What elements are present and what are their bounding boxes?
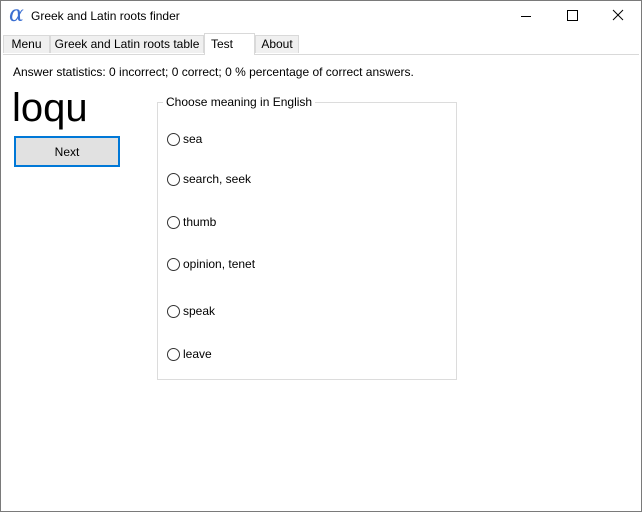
minimize-button[interactable] [503,1,549,31]
tab-roots-table[interactable]: Greek and Latin roots table [50,35,204,53]
root-word: loqu [12,86,88,130]
answer-statistics: Answer statistics: 0 incorrect; 0 correc… [13,65,414,79]
option-label[interactable]: search, seek [183,172,251,186]
option-label[interactable]: speak [183,304,215,318]
maximize-icon [567,10,578,21]
radio-unchecked-icon[interactable] [167,216,180,229]
tab-strip: Menu Greek and Latin roots table Test Ab… [1,33,641,55]
option-label[interactable]: sea [183,132,202,146]
minimize-icon [521,16,531,17]
radio-unchecked-icon[interactable] [167,133,180,146]
window-title: Greek and Latin roots finder [31,9,180,23]
alpha-icon: α [9,2,24,27]
option-label[interactable]: thumb [183,215,216,229]
radio-unchecked-icon[interactable] [167,173,180,186]
option-label[interactable]: opinion, tenet [183,257,255,271]
radio-unchecked-icon[interactable] [167,305,180,318]
title-bar[interactable]: α Greek and Latin roots finder [1,1,641,31]
close-button[interactable] [595,1,641,31]
next-button[interactable]: Next [14,136,120,167]
radio-unchecked-icon[interactable] [167,348,180,361]
maximize-button[interactable] [549,1,595,31]
tab-test[interactable]: Test [204,33,255,55]
option-label[interactable]: leave [183,347,212,361]
close-icon [612,9,624,21]
radio-unchecked-icon[interactable] [167,258,180,271]
meaning-group-title: Choose meaning in English [163,95,316,109]
tab-about[interactable]: About [255,35,299,53]
tab-menu[interactable]: Menu [3,35,50,53]
